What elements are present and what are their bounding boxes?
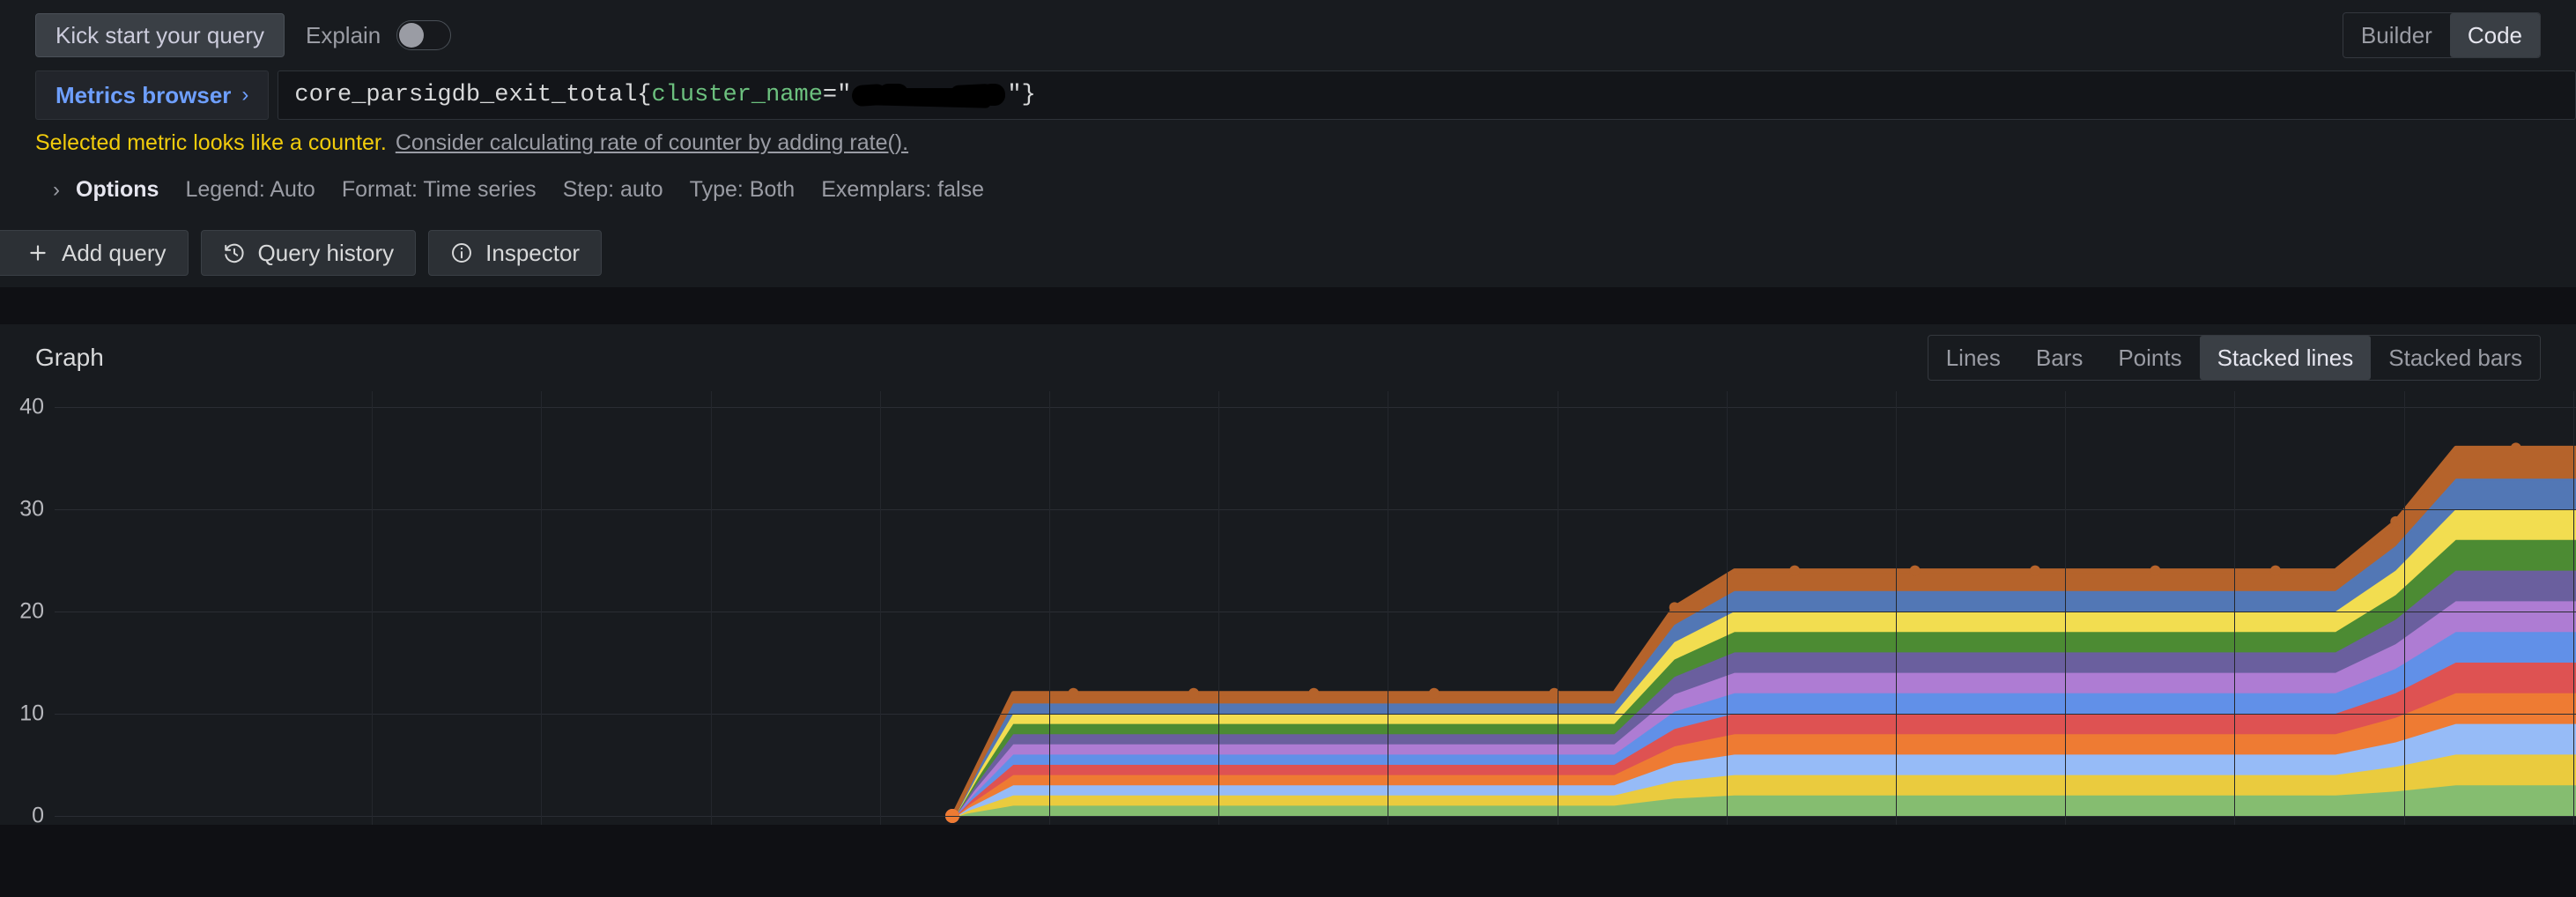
vertical-gridline xyxy=(2573,391,2574,825)
y-axis-tick-label: 30 xyxy=(19,497,44,523)
metrics-browser-button[interactable]: Metrics browser › xyxy=(35,70,269,120)
add-query-label: Add query xyxy=(62,241,167,264)
vertical-gridline xyxy=(1218,391,1219,825)
hint-message: Selected metric looks like a counter. xyxy=(35,130,387,156)
options-expander[interactable]: › Options xyxy=(53,177,159,203)
y-axis-tick-label: 40 xyxy=(19,395,44,420)
vertical-gridline xyxy=(1727,391,1728,825)
chart-data-point xyxy=(1308,688,1319,699)
viz-option-stacked-lines[interactable]: Stacked lines xyxy=(2200,336,2372,381)
chart-data-point xyxy=(1789,566,1800,576)
vertical-gridline xyxy=(1896,391,1897,825)
query-editor-section: Kick start your query Explain Builder Co… xyxy=(0,0,2576,287)
chart-data-point xyxy=(2030,566,2040,576)
option-exemplars: Exemplars: false xyxy=(821,177,984,203)
vertical-gridline xyxy=(372,391,373,825)
editor-mode-code[interactable]: Code xyxy=(2450,13,2540,58)
chart-data-point xyxy=(2270,566,2281,576)
vertical-gridline xyxy=(880,391,881,825)
vertical-gridline xyxy=(2234,391,2235,825)
y-axis: 010203040 xyxy=(0,391,55,825)
chart-data-point xyxy=(2150,566,2160,576)
chevron-right-icon: › xyxy=(241,85,248,106)
viz-option-points[interactable]: Points xyxy=(2100,336,2199,381)
info-circle-icon xyxy=(450,241,473,264)
query-history-label: Query history xyxy=(258,241,395,264)
counter-rate-hint: Selected metric looks like a counter. Co… xyxy=(0,120,2576,165)
query-token-open-brace: { xyxy=(637,82,651,108)
y-axis-tick-label: 0 xyxy=(32,804,44,829)
toggle-knob xyxy=(399,23,424,48)
horizontal-gridline xyxy=(55,816,2576,817)
promql-query-input[interactable]: core_parsigdb_exit_total{cluster_name=""… xyxy=(278,70,2576,120)
chart-data-point xyxy=(1188,688,1199,699)
metrics-browser-label: Metrics browser xyxy=(56,82,231,109)
vertical-gridline xyxy=(2404,391,2405,825)
vertical-gridline xyxy=(1049,391,1050,825)
section-divider xyxy=(0,287,2576,324)
editor-mode-builder[interactable]: Builder xyxy=(2343,13,2450,58)
graph-panel: Graph Lines Bars Points Stacked lines St… xyxy=(0,324,2576,825)
query-options-row: › Options Legend: Auto Format: Time seri… xyxy=(0,165,2576,219)
explain-toggle[interactable] xyxy=(396,20,451,50)
chart-data-point xyxy=(1429,688,1440,699)
options-title: Options xyxy=(76,177,159,203)
query-input-row: Metrics browser › core_parsigdb_exit_tot… xyxy=(0,70,2576,120)
query-token-metric: core_parsigdb_exit_total xyxy=(294,82,637,108)
option-step: Step: auto xyxy=(563,177,663,203)
y-axis-tick-label: 10 xyxy=(19,701,44,727)
graph-panel-header: Graph Lines Bars Points Stacked lines St… xyxy=(0,324,2576,391)
horizontal-gridline xyxy=(55,714,2576,715)
query-history-button[interactable]: Query history xyxy=(201,230,417,276)
history-icon xyxy=(223,241,246,264)
editor-mode-switcher: Builder Code xyxy=(2343,12,2541,59)
query-token-close-brace: } xyxy=(1022,82,1036,108)
chart-data-point xyxy=(2511,442,2521,453)
chart-data-point xyxy=(2390,516,2401,527)
query-actions-row: Add query Query history Inspector xyxy=(0,219,2576,287)
y-axis-tick-label: 20 xyxy=(19,599,44,625)
vertical-gridline xyxy=(711,391,712,825)
option-format: Format: Time series xyxy=(342,177,537,203)
chart-data-point xyxy=(1068,688,1078,699)
kick-start-query-button[interactable]: Kick start your query xyxy=(35,13,285,57)
horizontal-gridline xyxy=(55,509,2576,510)
stacked-area-chart xyxy=(55,391,2576,825)
plot-area[interactable] xyxy=(55,391,2576,825)
graph-plot: 010203040 xyxy=(0,391,2576,825)
redacted-cluster-name-value xyxy=(852,83,1006,107)
option-legend: Legend: Auto xyxy=(185,177,315,203)
vertical-gridline xyxy=(541,391,542,825)
query-token-label-key: cluster_name xyxy=(651,82,822,108)
query-token-equals: = xyxy=(823,82,837,108)
explain-label: Explain xyxy=(306,22,381,49)
add-query-button[interactable]: Add query xyxy=(0,230,189,276)
inspector-button[interactable]: Inspector xyxy=(428,230,602,276)
chart-data-point xyxy=(1910,566,1921,576)
visualization-type-switcher: Lines Bars Points Stacked lines Stacked … xyxy=(1928,335,2541,382)
plus-icon xyxy=(26,241,49,264)
graph-panel-title: Graph xyxy=(35,344,104,372)
vertical-gridline xyxy=(2065,391,2066,825)
query-toolbar: Kick start your query Explain Builder Co… xyxy=(0,0,2576,70)
explain-toggle-group: Explain xyxy=(306,20,451,50)
viz-option-stacked-bars[interactable]: Stacked bars xyxy=(2371,336,2540,381)
query-token-open-quote: " xyxy=(837,82,851,108)
option-type: Type: Both xyxy=(690,177,796,203)
query-token-close-quote: " xyxy=(1007,82,1021,108)
chevron-right-icon: › xyxy=(53,180,60,201)
horizontal-gridline xyxy=(55,407,2576,408)
viz-option-lines[interactable]: Lines xyxy=(1928,336,2018,381)
hint-rate-link[interactable]: Consider calculating rate of counter by … xyxy=(396,130,908,156)
viz-option-bars[interactable]: Bars xyxy=(2018,336,2100,381)
inspector-label: Inspector xyxy=(485,241,580,264)
